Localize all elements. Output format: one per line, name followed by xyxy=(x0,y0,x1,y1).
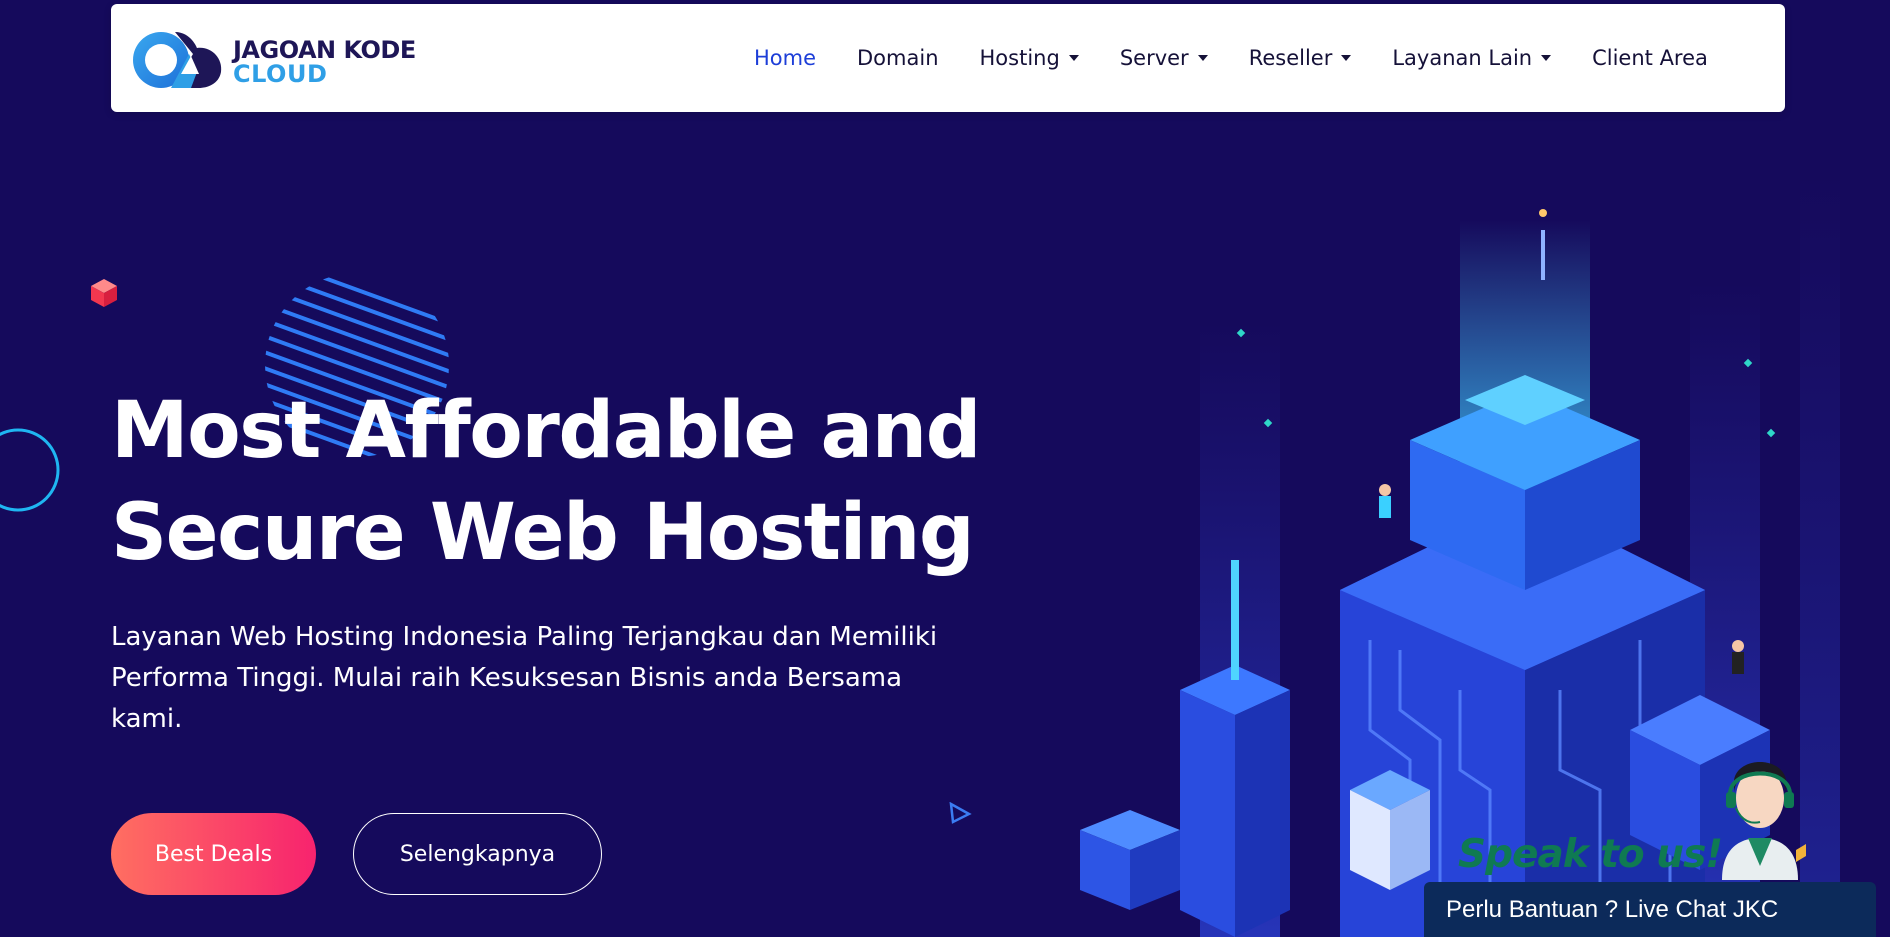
nav-client-area-label: Client Area xyxy=(1592,46,1708,70)
nav-home[interactable]: Home xyxy=(754,46,816,70)
nav-server-label: Server xyxy=(1119,46,1189,70)
cube-icon xyxy=(91,279,117,307)
brand-logo[interactable]: JAGOAN KODE CLOUD xyxy=(131,26,431,92)
nav-domain[interactable]: Domain xyxy=(857,46,939,70)
best-deals-button[interactable]: Best Deals xyxy=(111,813,316,895)
triangle-icon xyxy=(949,802,972,824)
hero-subtitle: Layanan Web Hosting Indonesia Paling Ter… xyxy=(111,622,938,734)
learn-more-label: Selengkapnya xyxy=(399,841,556,867)
best-deals-label: Best Deals xyxy=(154,841,273,867)
top-navbar: JAGOAN KODE CLOUD Home Domain Hosting Se… xyxy=(111,4,1785,112)
nav-hosting[interactable]: Hosting xyxy=(980,46,1079,70)
nav-home-label: Home xyxy=(754,46,817,70)
hero-title-line2: Secure Web Hosting xyxy=(111,488,975,578)
nav-domain-label: Domain xyxy=(857,46,939,70)
live-chat-label: Perlu Bantuan ? Live Chat JKC xyxy=(1446,895,1779,923)
speak-to-us-label[interactable]: Speak to us! xyxy=(1458,832,1723,877)
nav-server[interactable]: Server xyxy=(1120,46,1208,70)
nav-hosting-label: Hosting xyxy=(979,46,1060,70)
brand-name-bottom: CLOUD xyxy=(233,60,328,88)
learn-more-button[interactable]: Selengkapnya xyxy=(353,813,602,895)
nav-layanan-lain-label: Layanan Lain xyxy=(1392,46,1533,70)
chevron-down-icon xyxy=(1197,55,1208,61)
main-menu: Home Domain Hosting Server Reseller Laya… xyxy=(754,4,1749,112)
live-chat-bar[interactable]: Perlu Bantuan ? Live Chat JKC xyxy=(1424,882,1876,937)
nav-reseller[interactable]: Reseller xyxy=(1249,46,1352,70)
hero-title: Most Affordable and Secure Web Hosting xyxy=(111,380,1011,584)
nav-client-area[interactable]: Client Area xyxy=(1592,46,1708,70)
hero-title-line1: Most Affordable and xyxy=(111,386,981,476)
chevron-down-icon xyxy=(1068,55,1079,61)
nav-reseller-label: Reseller xyxy=(1248,46,1333,70)
chevron-down-icon xyxy=(1341,55,1352,61)
support-agent-avatar[interactable] xyxy=(1712,746,1808,880)
ring-icon xyxy=(0,428,60,512)
nav-layanan-lain[interactable]: Layanan Lain xyxy=(1392,46,1552,70)
cloud-logo-icon xyxy=(133,32,222,88)
chevron-down-icon xyxy=(1541,55,1552,61)
